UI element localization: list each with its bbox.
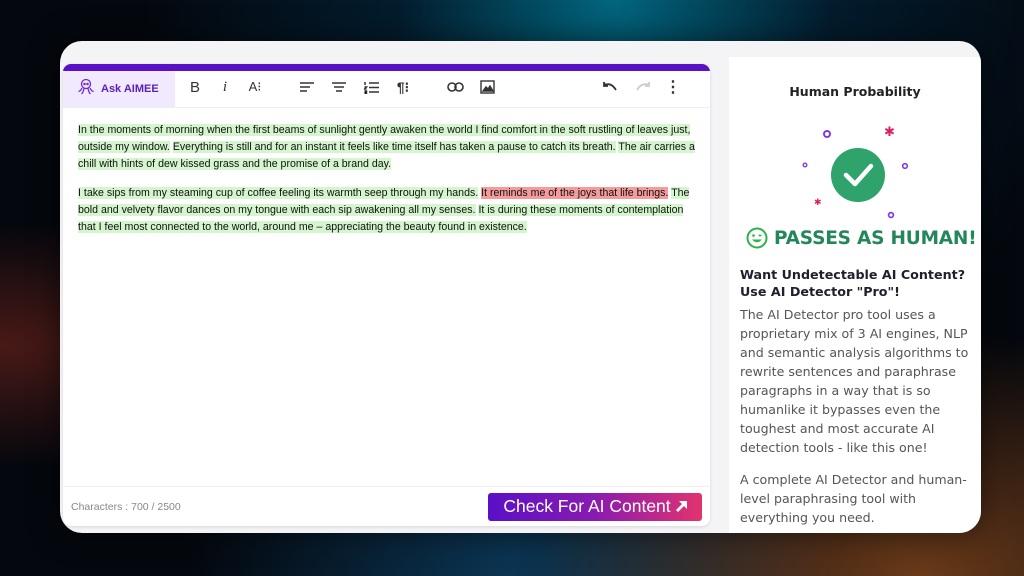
svg-text:✱: ✱	[814, 198, 822, 208]
link-icon	[446, 82, 464, 92]
image-button[interactable]	[477, 77, 497, 97]
link-button[interactable]	[445, 77, 465, 97]
editor-paragraph: In the moments of morning when the first…	[78, 122, 695, 173]
octopus-icon	[77, 78, 95, 101]
ask-aimee-label: Ask AIMEE	[101, 83, 159, 95]
editor-content[interactable]: In the moments of morning when the first…	[63, 108, 710, 236]
align-left-icon	[300, 82, 314, 92]
align-center-icon	[332, 82, 346, 92]
paragraph-button[interactable]: ¶⁝	[393, 77, 413, 97]
smiley-wink-icon	[746, 227, 768, 249]
human-sentence: Everything is still and for an instant i…	[172, 141, 616, 153]
italic-icon: i	[222, 78, 228, 95]
paragraph-icon: ¶⁝	[396, 78, 410, 95]
redo-button[interactable]	[632, 77, 652, 97]
text-editor: Ask AIMEE B i A⁝ ¶⁝ ⋮ In the moments of …	[63, 64, 710, 526]
result-status: PASSES AS HUMAN!	[746, 227, 977, 249]
check-ai-content-button[interactable]: Check For AI Content	[488, 492, 702, 521]
ask-aimee-button[interactable]: Ask AIMEE	[63, 71, 175, 107]
italic-button[interactable]: i	[215, 77, 235, 97]
svg-text:✱: ✱	[884, 125, 895, 140]
editor-paragraph: I take sips from my steaming cup of coff…	[78, 185, 695, 236]
arrow-up-right-icon	[675, 501, 687, 512]
align-center-button[interactable]	[329, 77, 349, 97]
undo-button[interactable]	[600, 77, 620, 97]
app-card: Ask AIMEE B i A⁝ ¶⁝ ⋮ In the moments of …	[60, 41, 981, 533]
more-vertical-icon: ⋮	[665, 79, 681, 96]
bold-icon: B	[189, 78, 200, 96]
character-count: Characters : 700 / 2500	[71, 500, 181, 513]
promo-heading: Want Undetectable AI Content? Use AI Det…	[740, 267, 966, 299]
bold-button[interactable]: B	[185, 77, 205, 97]
human-probability-title: Human Probability	[789, 84, 921, 99]
promo-body: The AI Detector pro tool uses a propriet…	[740, 307, 969, 455]
numbered-list-button[interactable]	[361, 77, 381, 97]
more-button[interactable]: ⋮	[663, 77, 683, 97]
undo-icon	[602, 82, 617, 91]
check-circle-icon	[831, 148, 885, 202]
font-size-icon: A⁝	[248, 79, 262, 94]
result-sidebar: Human Probability ✱ ✱ PASSES AS HUMAN! W…	[729, 57, 981, 533]
font-size-button[interactable]: A⁝	[245, 77, 265, 97]
editor-toolbar: Ask AIMEE B i A⁝ ¶⁝ ⋮	[63, 71, 710, 108]
human-sentence: I take sips from my steaming cup of coff…	[78, 187, 479, 199]
promo-footer: A complete AI Detector and human-level p…	[740, 472, 967, 525]
redo-icon	[635, 82, 650, 91]
result-badge: ✱ ✱	[789, 119, 919, 229]
ai-sentence: It reminds me of the joys that life brin…	[481, 187, 669, 199]
editor-footer: Characters : 700 / 2500 Check For AI Con…	[63, 486, 710, 526]
image-icon	[479, 80, 495, 94]
check-button-label: Check For AI Content	[503, 496, 671, 516]
numbered-list-icon	[363, 81, 379, 94]
editor-accent-bar	[63, 64, 710, 71]
passes-as-human-label: PASSES AS HUMAN!	[774, 227, 977, 249]
align-left-button[interactable]	[297, 77, 317, 97]
